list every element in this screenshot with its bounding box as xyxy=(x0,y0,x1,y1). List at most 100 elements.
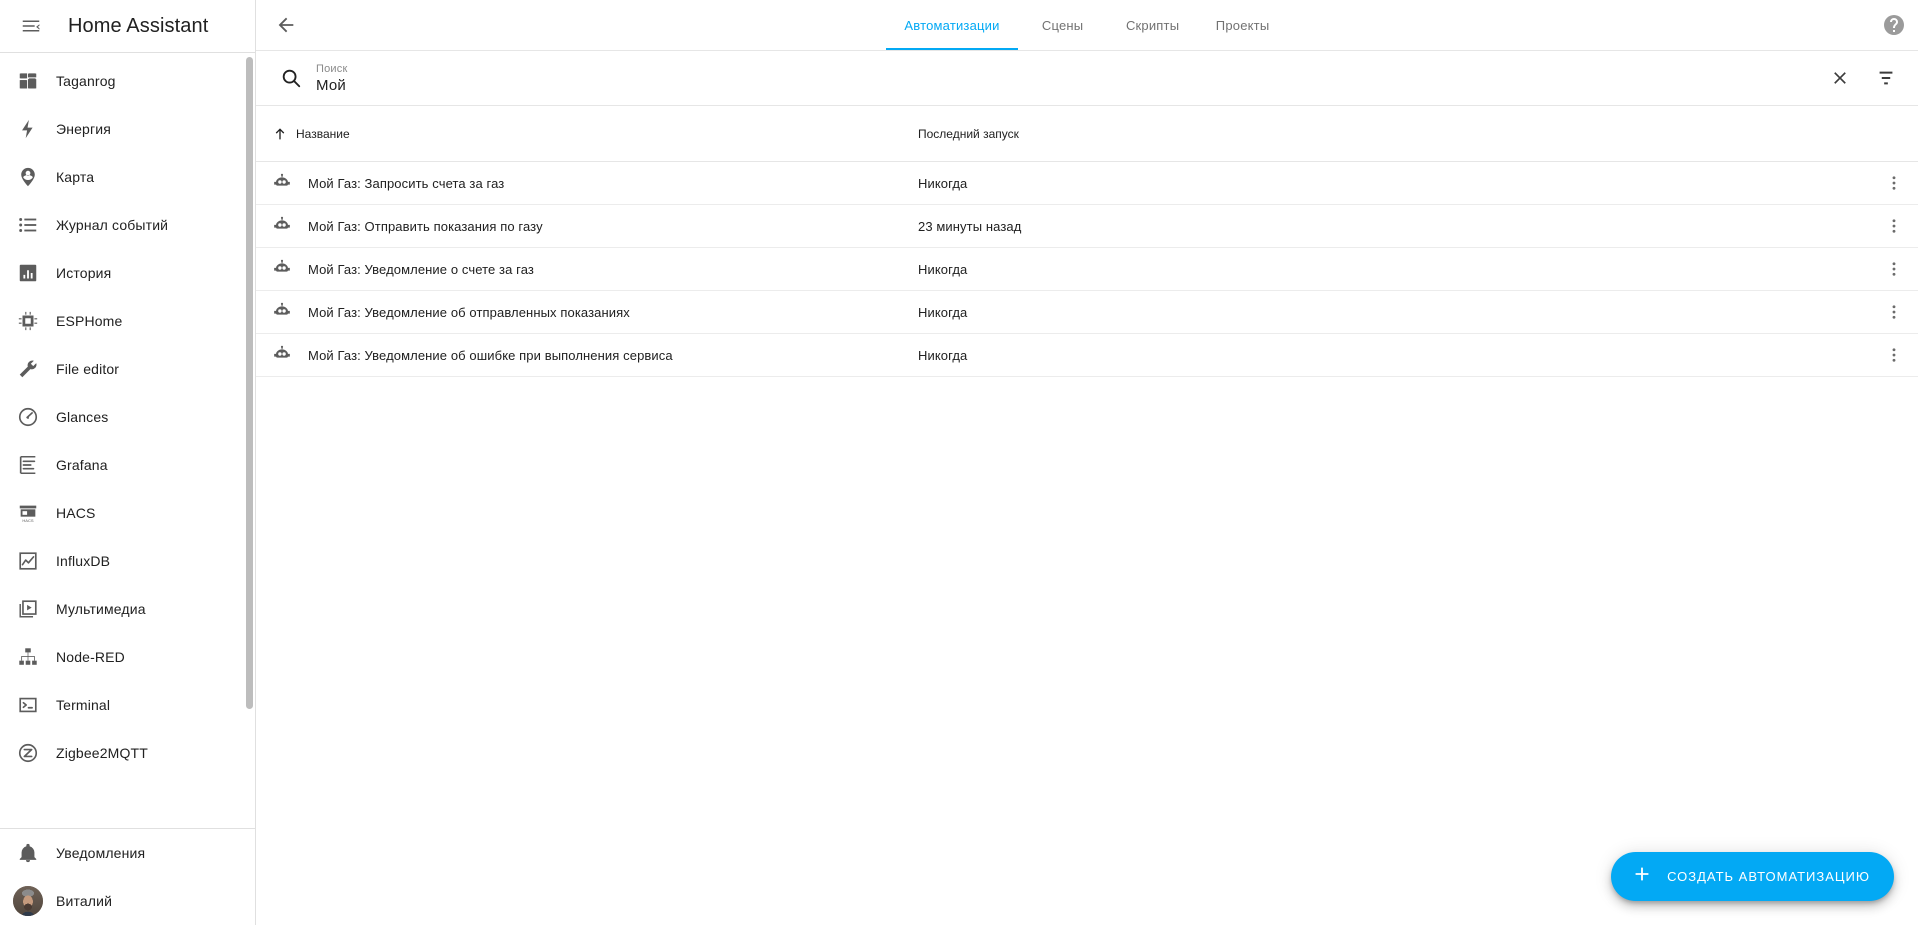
wrench-icon xyxy=(0,358,56,380)
robot-icon xyxy=(256,302,308,322)
table-body: Мой Газ: Запросить счета за газ Никогда Мо… xyxy=(256,162,1918,377)
tab-label: Сцены xyxy=(1041,17,1084,33)
automation-last-triggered: 23 минуты назад xyxy=(918,218,1022,234)
close-icon[interactable] xyxy=(1820,58,1860,98)
sidebar-item-label: Node-RED xyxy=(56,649,125,665)
tab-label: Скрипты xyxy=(1125,17,1180,33)
lightning-bolt-icon xyxy=(0,118,56,140)
chart-box-icon xyxy=(0,262,56,284)
play-box-icon xyxy=(0,598,56,620)
sidebar-item-zigbee2mqtt[interactable]: Zigbee2MQTT xyxy=(0,729,255,777)
top-toolbar: Автоматизации Сцены Скрипты Проекты xyxy=(256,0,1918,50)
column-header-name[interactable]: Название xyxy=(256,126,918,142)
app-root: Home Assistant Taganrog Энергия Карта Жу… xyxy=(0,0,1918,925)
table-row[interactable]: Мой Газ: Отправить показания по газу 23 м… xyxy=(256,205,1918,248)
topbar-right xyxy=(1882,13,1906,37)
chart-bar-box-icon xyxy=(0,454,56,476)
arrow-up-icon xyxy=(272,126,288,142)
column-header-label: Последний запуск xyxy=(918,126,1019,141)
tab-bar: Автоматизации Сцены Скрипты Проекты xyxy=(256,0,1918,50)
table-row[interactable]: Мой Газ: Уведомление о счете за газ Никог… xyxy=(256,248,1918,291)
sidebar-item-esphome[interactable]: ESPHome xyxy=(0,297,255,345)
sidebar-scroll-area: Taganrog Энергия Карта Журнал событий Ис… xyxy=(0,53,255,828)
tab-scenes[interactable]: Сцены xyxy=(1018,0,1108,50)
main-content: Автоматизации Сцены Скрипты Проекты Поис… xyxy=(256,0,1918,925)
table-row[interactable]: Мой Газ: Уведомление об ошибке при выпол… xyxy=(256,334,1918,377)
sidebar: Home Assistant Taganrog Энергия Карта Жу… xyxy=(0,0,256,925)
format-list-bulleted-icon xyxy=(0,214,56,236)
svg-text:HACS: HACS xyxy=(22,518,33,523)
sidebar-item-energy[interactable]: Энергия xyxy=(0,105,255,153)
dots-vertical-icon[interactable] xyxy=(1870,260,1918,278)
create-automation-button[interactable]: СОЗДАТЬ АВТОМАТИЗАЦИЮ xyxy=(1611,852,1894,901)
sidebar-item-media[interactable]: Мультимедиа xyxy=(0,585,255,633)
sidebar-item-file-editor[interactable]: File editor xyxy=(0,345,255,393)
sidebar-item-label: Карта xyxy=(56,169,95,185)
table-empty-area xyxy=(256,377,1918,925)
sidebar-item-label: Taganrog xyxy=(56,73,116,89)
sidebar-item-grafana[interactable]: Grafana xyxy=(0,441,255,489)
plus-icon xyxy=(1631,863,1653,890)
search-icon xyxy=(280,67,302,89)
search-input-label: Поиск xyxy=(316,62,348,75)
sidebar-item-label: История xyxy=(56,265,112,281)
robot-icon xyxy=(256,345,308,365)
sidebar-item-glances[interactable]: Glances xyxy=(0,393,255,441)
help-circle-icon[interactable] xyxy=(1882,13,1906,37)
sitemap-icon xyxy=(0,646,56,668)
sidebar-item-taganrog[interactable]: Taganrog xyxy=(0,57,255,105)
map-marker-account-icon xyxy=(0,166,56,188)
chart-line-box-icon xyxy=(0,550,56,572)
robot-icon xyxy=(256,216,308,236)
console-icon xyxy=(0,694,56,716)
bell-icon xyxy=(0,842,56,864)
automation-name: Мой Газ: Отправить показания по газу xyxy=(308,218,543,234)
storefront-icon: HACS xyxy=(0,502,56,524)
search-bar: Поиск Мой xyxy=(256,50,1918,106)
arrow-left-icon[interactable] xyxy=(266,5,306,45)
sidebar-bottom: Уведомления Виталий xyxy=(0,829,255,925)
view-dashboard-icon xyxy=(0,70,56,92)
automation-last-triggered: Никогда xyxy=(918,347,968,363)
column-header-last-triggered[interactable]: Последний запуск xyxy=(918,127,1318,141)
sidebar-item-influxdb[interactable]: InfluxDB xyxy=(0,537,255,585)
menu-collapse-icon[interactable] xyxy=(14,9,48,43)
sidebar-item-notifications[interactable]: Уведомления xyxy=(0,829,255,877)
dots-vertical-icon[interactable] xyxy=(1870,303,1918,321)
automation-last-triggered: Никогда xyxy=(918,261,968,277)
sidebar-item-hacs[interactable]: HACS HACS xyxy=(0,489,255,537)
sidebar-item-logbook[interactable]: Журнал событий xyxy=(0,201,255,249)
automation-name: Мой Газ: Уведомление о счете за газ xyxy=(308,261,534,277)
avatar xyxy=(0,886,56,916)
dots-vertical-icon[interactable] xyxy=(1870,174,1918,192)
automations-table: Название Последний запуск Мой Газ: Запро… xyxy=(256,106,1918,925)
sidebar-item-label: Grafana xyxy=(56,457,108,473)
column-header-label: Название xyxy=(296,126,350,141)
automation-name: Мой Газ: Уведомление об ошибке при выпол… xyxy=(308,347,673,363)
sidebar-item-label: Энергия xyxy=(56,121,111,137)
search-input[interactable]: Поиск Мой xyxy=(316,62,1814,95)
tab-automations[interactable]: Автоматизации xyxy=(886,0,1018,50)
automation-last-triggered: Никогда xyxy=(918,175,968,191)
filter-variant-icon[interactable] xyxy=(1866,58,1906,98)
dots-vertical-icon[interactable] xyxy=(1870,346,1918,364)
zigbee-icon xyxy=(0,742,56,764)
sidebar-item-terminal[interactable]: Terminal xyxy=(0,681,255,729)
sidebar-item-user[interactable]: Виталий xyxy=(0,877,255,925)
tab-scripts[interactable]: Скрипты xyxy=(1108,0,1198,50)
chip-icon xyxy=(0,310,56,332)
sidebar-item-map[interactable]: Карта xyxy=(0,153,255,201)
sidebar-item-history[interactable]: История xyxy=(0,249,255,297)
table-header-row: Название Последний запуск xyxy=(256,106,1918,162)
sidebar-item-label: InfluxDB xyxy=(56,553,111,569)
table-row[interactable]: Мой Газ: Запросить счета за газ Никогда xyxy=(256,162,1918,205)
table-row[interactable]: Мой Газ: Уведомление об отправленных пок… xyxy=(256,291,1918,334)
tab-blueprints[interactable]: Проекты xyxy=(1198,0,1288,50)
search-input-value: Мой xyxy=(316,76,346,94)
sidebar-header: Home Assistant xyxy=(0,0,255,52)
dots-vertical-icon[interactable] xyxy=(1870,217,1918,235)
robot-icon xyxy=(256,173,308,193)
sidebar-item-label: Terminal xyxy=(56,697,111,713)
create-automation-label: СОЗДАТЬ АВТОМАТИЗАЦИЮ xyxy=(1667,869,1870,884)
sidebar-item-node-red[interactable]: Node-RED xyxy=(0,633,255,681)
